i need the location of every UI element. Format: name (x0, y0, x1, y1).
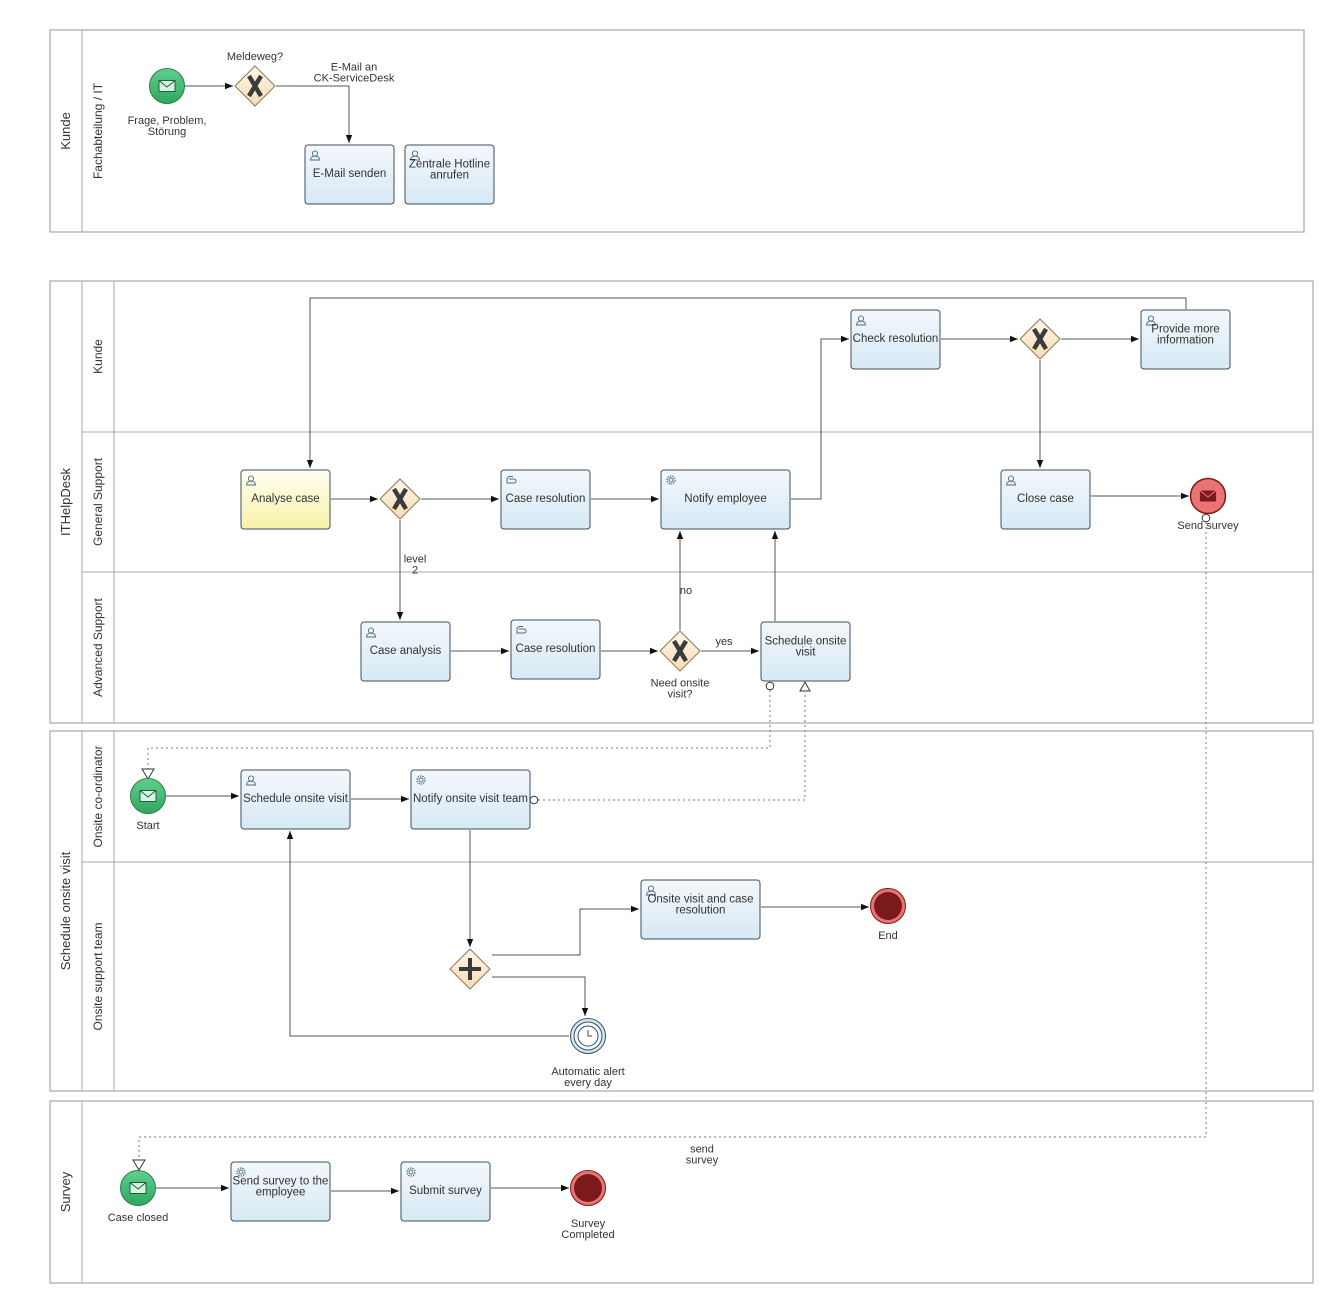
pool-label: Survey (58, 1171, 73, 1212)
gateway-label: Meldeweg? (227, 51, 283, 63)
clock-icon (577, 1025, 599, 1047)
task-label: Schedule onsite visit (243, 793, 349, 805)
envelope-icon (158, 80, 176, 92)
task-label: Check resolution (853, 333, 939, 345)
task-label: E-Mail senden (313, 168, 387, 180)
task-label: Case analysis (370, 645, 442, 657)
task-sendsurvey[interactable]: Send survey to the employee (230, 1161, 331, 1222)
message-source-circle (765, 681, 775, 691)
flow-label-yes: yes (715, 636, 733, 648)
task-check[interactable]: Check resolution (850, 309, 941, 370)
flow-label-send-survey: send survey (686, 1144, 719, 1167)
pool-label: ITHelpDesk (58, 468, 73, 536)
task-label: Analyse case (251, 493, 319, 505)
message-source-circle (529, 795, 539, 805)
flow-label-no: no (680, 585, 692, 597)
task-close[interactable]: Close case (1000, 469, 1091, 530)
event-label: Case closed (108, 1212, 169, 1224)
task-notify[interactable]: Notify employee (660, 469, 791, 530)
lane-label: Onsite support team (91, 922, 105, 1030)
event-label: Start (136, 820, 159, 832)
task-caseanalysis[interactable]: Case analysis (360, 621, 451, 682)
task-onsite[interactable]: Onsite visit and case resolution (640, 879, 761, 940)
envelope-icon (139, 790, 157, 802)
task-schedule2[interactable]: Schedule onsite visit (240, 769, 351, 830)
end-event-core (874, 892, 902, 920)
lane-label: General Support (91, 457, 105, 546)
event-label: End (878, 930, 898, 942)
task-label: Notify employee (684, 493, 766, 505)
task-label: Submit survey (409, 1185, 482, 1197)
task-provide[interactable]: Provide more information (1140, 309, 1231, 370)
task-caseres2[interactable]: Case resolution (510, 619, 601, 680)
pool-label: Kunde (58, 112, 73, 150)
task-notifyteam[interactable]: Notify onsite visit team (410, 769, 531, 830)
task-schedule1[interactable]: Schedule onsite visit (760, 621, 851, 682)
task-submit[interactable]: Submit survey (400, 1161, 491, 1222)
end-event-core (574, 1174, 602, 1202)
envelope-filled-icon (1199, 490, 1217, 502)
envelope-icon (129, 1182, 147, 1194)
lane-label: Kunde (91, 339, 105, 374)
task-analyse[interactable]: Analyse case (240, 469, 331, 530)
task-caseres1[interactable]: Case resolution (500, 469, 591, 530)
bpmn-diagram: Kunde Fachabteilung / IT ITHelpDesk Kunde Ge… (49, 29, 1314, 1284)
task-email[interactable]: E-Mail senden (304, 144, 395, 205)
lane-label: Advanced Support (91, 597, 105, 696)
task-hotline[interactable]: Zentrale Hotline anrufen (404, 144, 495, 205)
task-label: Close case (1017, 493, 1074, 505)
lane-label: Onsite co-ordinator (91, 745, 105, 847)
event-label: Send survey (1177, 520, 1239, 532)
lane-label: Fachabteilung / IT (91, 82, 105, 179)
task-label: Notify onsite visit team (413, 793, 528, 805)
task-label: Case resolution (506, 493, 586, 505)
task-label: Provide more information (1151, 324, 1219, 347)
pool-label: Schedule onsite visit (58, 851, 73, 970)
task-label: Case resolution (516, 643, 596, 655)
